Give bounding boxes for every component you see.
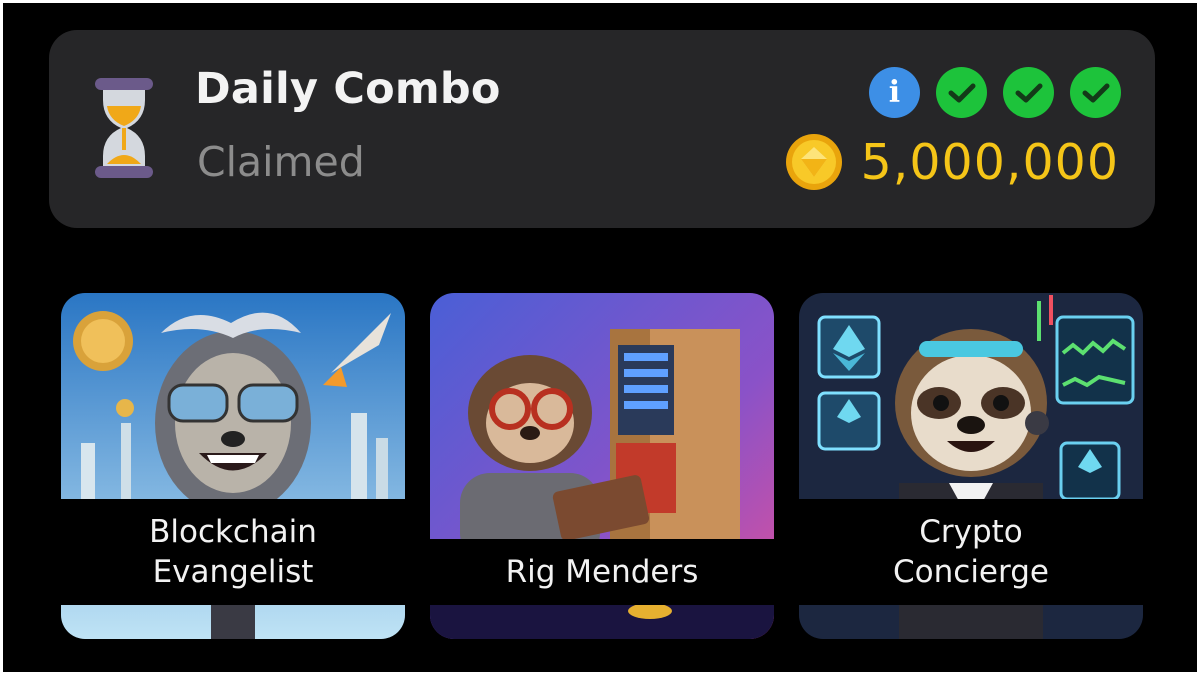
check-icon [936, 67, 987, 118]
info-glyph: i [888, 75, 901, 110]
card-label: Rig Menders [430, 539, 774, 605]
card-label: Blockchain Evangelist [61, 499, 405, 605]
card-label: Crypto Concierge [799, 499, 1143, 605]
check-icon [1003, 67, 1054, 118]
gold-coin-icon [785, 134, 842, 190]
daily-combo-panel[interactable]: Daily Combo Claimed i 5,000,000 [49, 30, 1155, 228]
combo-reward: 5,000,000 [785, 133, 1119, 191]
combo-card-crypto-concierge[interactable]: Crypto Concierge [799, 293, 1143, 639]
combo-card-rig-menders[interactable]: Rig Menders [430, 293, 774, 639]
check-icon [1070, 67, 1121, 118]
reward-amount: 5,000,000 [860, 133, 1119, 191]
combo-card-blockchain-evangelist[interactable]: Blockchain Evangelist [61, 293, 405, 639]
combo-title: Daily Combo [195, 64, 501, 114]
hourglass-icon [95, 78, 153, 178]
info-icon[interactable]: i [869, 67, 920, 118]
combo-status: Claimed [197, 138, 365, 186]
game-screen: Daily Combo Claimed i 5,000,000 Blockcha… [3, 3, 1197, 672]
combo-progress: i [869, 67, 1121, 118]
